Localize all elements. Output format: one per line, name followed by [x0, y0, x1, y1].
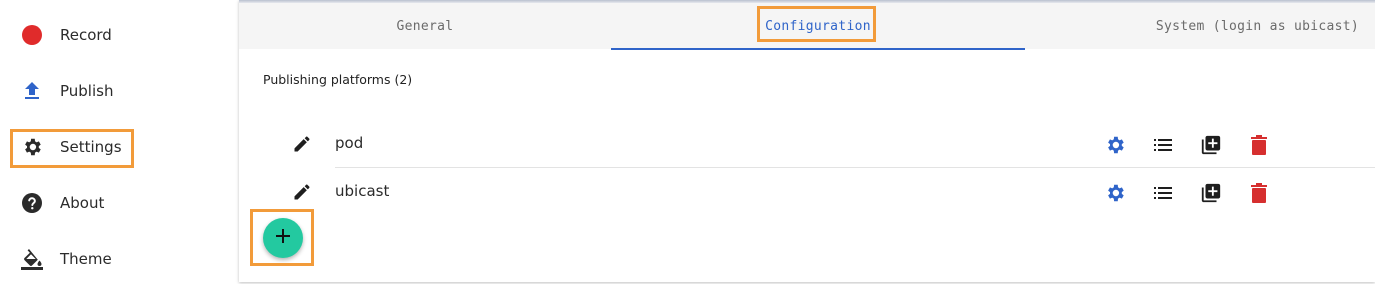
- sidebar-item-about[interactable]: About: [0, 178, 238, 228]
- record-icon: [20, 23, 44, 47]
- sidebar-item-label: Theme: [60, 250, 112, 268]
- pencil-icon[interactable]: [291, 181, 313, 203]
- tab-configuration[interactable]: Configuration: [611, 3, 1025, 49]
- sidebar-item-publish[interactable]: Publish: [0, 66, 238, 116]
- row-divider: [335, 167, 1375, 168]
- sidebar-item-theme[interactable]: Theme: [0, 234, 238, 284]
- main-panel: General Configuration System (login as u…: [239, 0, 1375, 282]
- sidebar-item-label: Record: [60, 26, 112, 44]
- platform-name: ubicast: [335, 182, 390, 200]
- sidebar: Record Publish Settings About Theme: [0, 0, 238, 284]
- sidebar-item-settings[interactable]: Settings: [0, 122, 238, 172]
- active-tab-indicator: [611, 48, 1025, 50]
- list-icon[interactable]: [1151, 133, 1175, 157]
- delete-icon[interactable]: [1247, 181, 1271, 205]
- upload-icon: [20, 79, 44, 103]
- help-icon: [20, 191, 44, 215]
- tab-bar: General Configuration System (login as u…: [239, 3, 1375, 50]
- library-add-icon[interactable]: [1199, 181, 1223, 205]
- tab-system[interactable]: System (login as ubicast): [1025, 3, 1375, 49]
- paint-bucket-icon: [20, 247, 44, 271]
- tab-general[interactable]: General: [239, 3, 611, 49]
- list-icon[interactable]: [1151, 181, 1175, 205]
- pencil-icon[interactable]: [291, 133, 313, 155]
- sidebar-item-label: About: [60, 194, 105, 212]
- library-add-icon[interactable]: [1199, 133, 1223, 157]
- sidebar-item-record[interactable]: Record: [0, 10, 238, 60]
- platform-row: ubicast: [239, 169, 1375, 215]
- platform-row: pod: [239, 121, 1375, 167]
- gear-icon[interactable]: [1103, 181, 1127, 205]
- plus-icon: [275, 228, 291, 248]
- sidebar-item-label: Settings: [60, 138, 122, 156]
- sidebar-item-label: Publish: [60, 82, 114, 100]
- platform-name: pod: [335, 134, 364, 152]
- gear-icon: [20, 135, 44, 159]
- add-platform-button[interactable]: [263, 218, 303, 258]
- gear-icon[interactable]: [1103, 133, 1127, 157]
- section-title: Publishing platforms (2): [263, 72, 413, 87]
- delete-icon[interactable]: [1247, 133, 1271, 157]
